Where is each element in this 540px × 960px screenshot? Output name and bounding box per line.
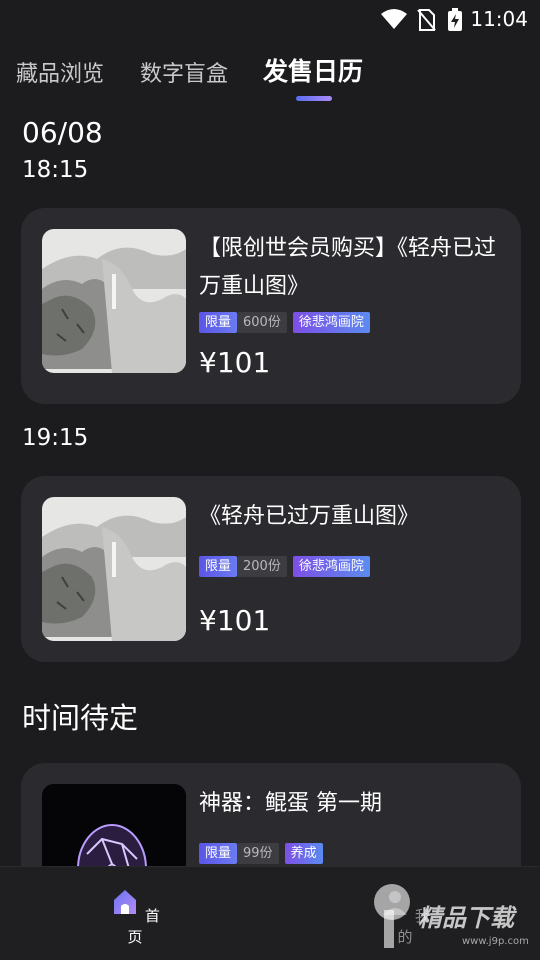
- product-card[interactable]: 【限创世会员购买】《轻舟已过万重山图》 限量 600份 徐悲鸿画院 ¥101: [21, 208, 521, 404]
- product-tags: 限量 99份 养成: [199, 843, 323, 864]
- product-price: ¥101: [199, 346, 271, 379]
- brand-tag: 徐悲鸿画院: [292, 312, 370, 333]
- wifi-icon: [381, 9, 407, 29]
- section-title-pending: 时间待定: [22, 701, 139, 735]
- watermark-logo-icon: [374, 884, 410, 948]
- product-title: 神器：鲲蛋 第一期: [199, 791, 382, 816]
- bottom-nav: 首页 我的 精品下载 www.j9p.com: [0, 866, 540, 960]
- edition-count-tag: 200份: [237, 556, 287, 577]
- tab-collection-browse[interactable]: 藏品浏览: [16, 56, 104, 88]
- status-bar: 11:04: [0, 0, 540, 40]
- product-price: ¥101: [199, 604, 271, 637]
- brand-tag: 徐悲鸿画院: [292, 556, 370, 577]
- product-tags: 限量 600份 徐悲鸿画院: [199, 312, 370, 333]
- no-sim-icon: [417, 9, 436, 31]
- battery-charging-icon: [448, 8, 462, 31]
- product-image: [42, 497, 186, 641]
- limited-tag: 限量: [199, 312, 238, 333]
- product-card[interactable]: 《轻舟已过万重山图》 限量 200份 徐悲鸿画院 ¥101: [21, 476, 521, 662]
- calendar-date: 06/08: [22, 116, 103, 149]
- status-time: 11:04: [470, 7, 528, 31]
- watermark-text: 精品下载: [418, 904, 514, 932]
- tab-digital-blind-box[interactable]: 数字盲盒: [140, 56, 228, 88]
- limited-tag: 限量: [199, 843, 238, 864]
- home-icon: [114, 890, 137, 914]
- nav-home[interactable]: 首页: [105, 887, 165, 947]
- release-time: 19:15: [22, 425, 89, 451]
- product-title: 【限创世会员购买】《轻舟已过万重山图》: [199, 236, 497, 299]
- release-time: 18:15: [22, 157, 89, 183]
- product-title: 《轻舟已过万重山图》: [199, 504, 420, 529]
- edition-count-tag: 99份: [237, 843, 279, 864]
- top-tabs: 藏品浏览 数字盲盒 发售日历: [0, 48, 540, 108]
- limited-tag: 限量: [199, 556, 238, 577]
- product-image: [42, 229, 186, 373]
- active-tab-indicator: [296, 96, 332, 101]
- tab-release-calendar[interactable]: 发售日历: [263, 52, 363, 88]
- watermark-url: www.j9p.com: [462, 936, 529, 947]
- watermark: 精品下载 www.j9p.com: [370, 870, 540, 960]
- category-tag: 养成: [284, 843, 323, 864]
- product-tags: 限量 200份 徐悲鸿画院: [199, 556, 370, 577]
- edition-count-tag: 600份: [237, 312, 287, 333]
